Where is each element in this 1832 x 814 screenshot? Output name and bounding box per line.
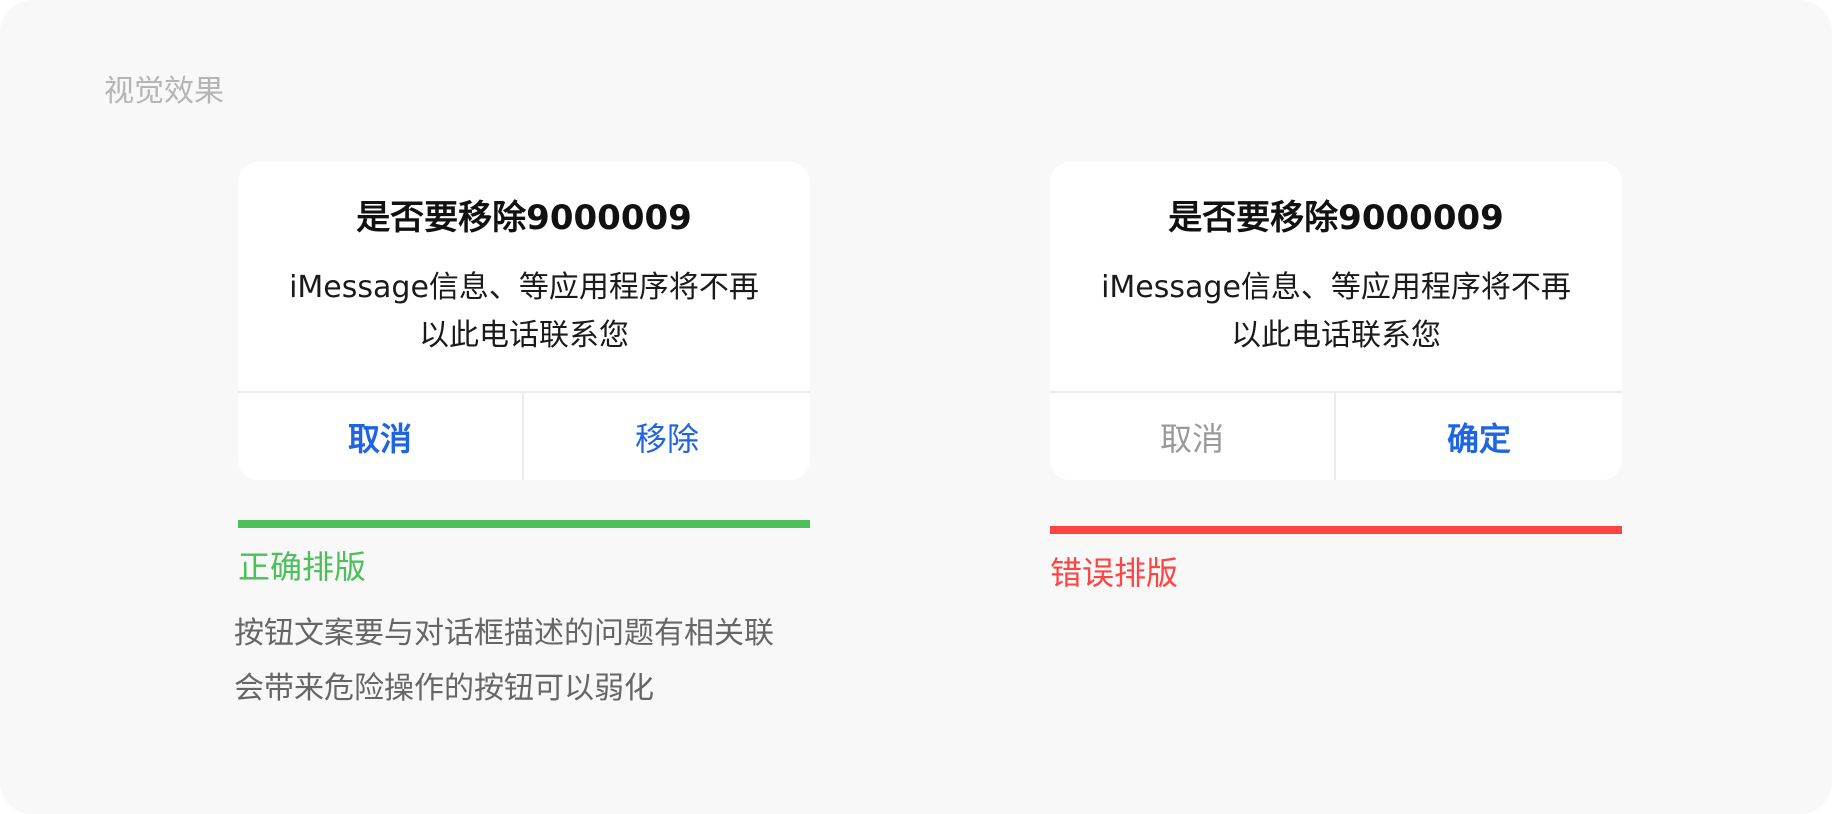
verdict-wrong: 错误排版 xyxy=(1050,554,1179,592)
dialog-wrong: 是否要移除9000009 iMessage信息、等应用程序将不再 以此电话联系您… xyxy=(1050,162,1622,480)
dialog-body: 是否要移除9000009 iMessage信息、等应用程序将不再 以此电话联系您 xyxy=(238,162,810,391)
correct-indicator-bar xyxy=(238,520,810,528)
dialog-message-line: iMessage信息、等应用程序将不再 xyxy=(1101,270,1571,305)
dialog-body: 是否要移除9000009 iMessage信息、等应用程序将不再 以此电话联系您 xyxy=(1050,162,1622,391)
dialog-message: iMessage信息、等应用程序将不再 以此电话联系您 xyxy=(268,264,780,360)
verdict-correct: 正确排版 xyxy=(238,548,367,586)
canvas: 视觉效果 是否要移除9000009 iMessage信息、等应用程序将不再 以此… xyxy=(0,0,1832,814)
wrong-indicator-bar xyxy=(1050,526,1622,534)
description-line: 会带来危险操作的按钮可以弱化 xyxy=(234,671,654,706)
description-line: 按钮文案要与对话框描述的问题有相关联 xyxy=(234,616,774,651)
section-label: 视觉效果 xyxy=(104,74,224,109)
dialog-message-line: iMessage信息、等应用程序将不再 xyxy=(289,270,759,305)
confirm-button[interactable]: 确定 xyxy=(1336,393,1622,480)
cancel-button[interactable]: 取消 xyxy=(238,393,522,480)
remove-button[interactable]: 移除 xyxy=(524,393,810,480)
dialog-message-line: 以此电话联系您 xyxy=(1231,318,1441,353)
dialog-message-line: 以此电话联系您 xyxy=(419,318,629,353)
cancel-button[interactable]: 取消 xyxy=(1050,393,1334,480)
description: 按钮文案要与对话框描述的问题有相关联 会带来危险操作的按钮可以弱化 xyxy=(234,606,854,716)
dialog-message: iMessage信息、等应用程序将不再 以此电话联系您 xyxy=(1080,264,1592,360)
dialog-title: 是否要移除9000009 xyxy=(356,198,692,238)
dialog-correct: 是否要移除9000009 iMessage信息、等应用程序将不再 以此电话联系您… xyxy=(238,162,810,480)
dialog-title: 是否要移除9000009 xyxy=(1168,198,1504,238)
